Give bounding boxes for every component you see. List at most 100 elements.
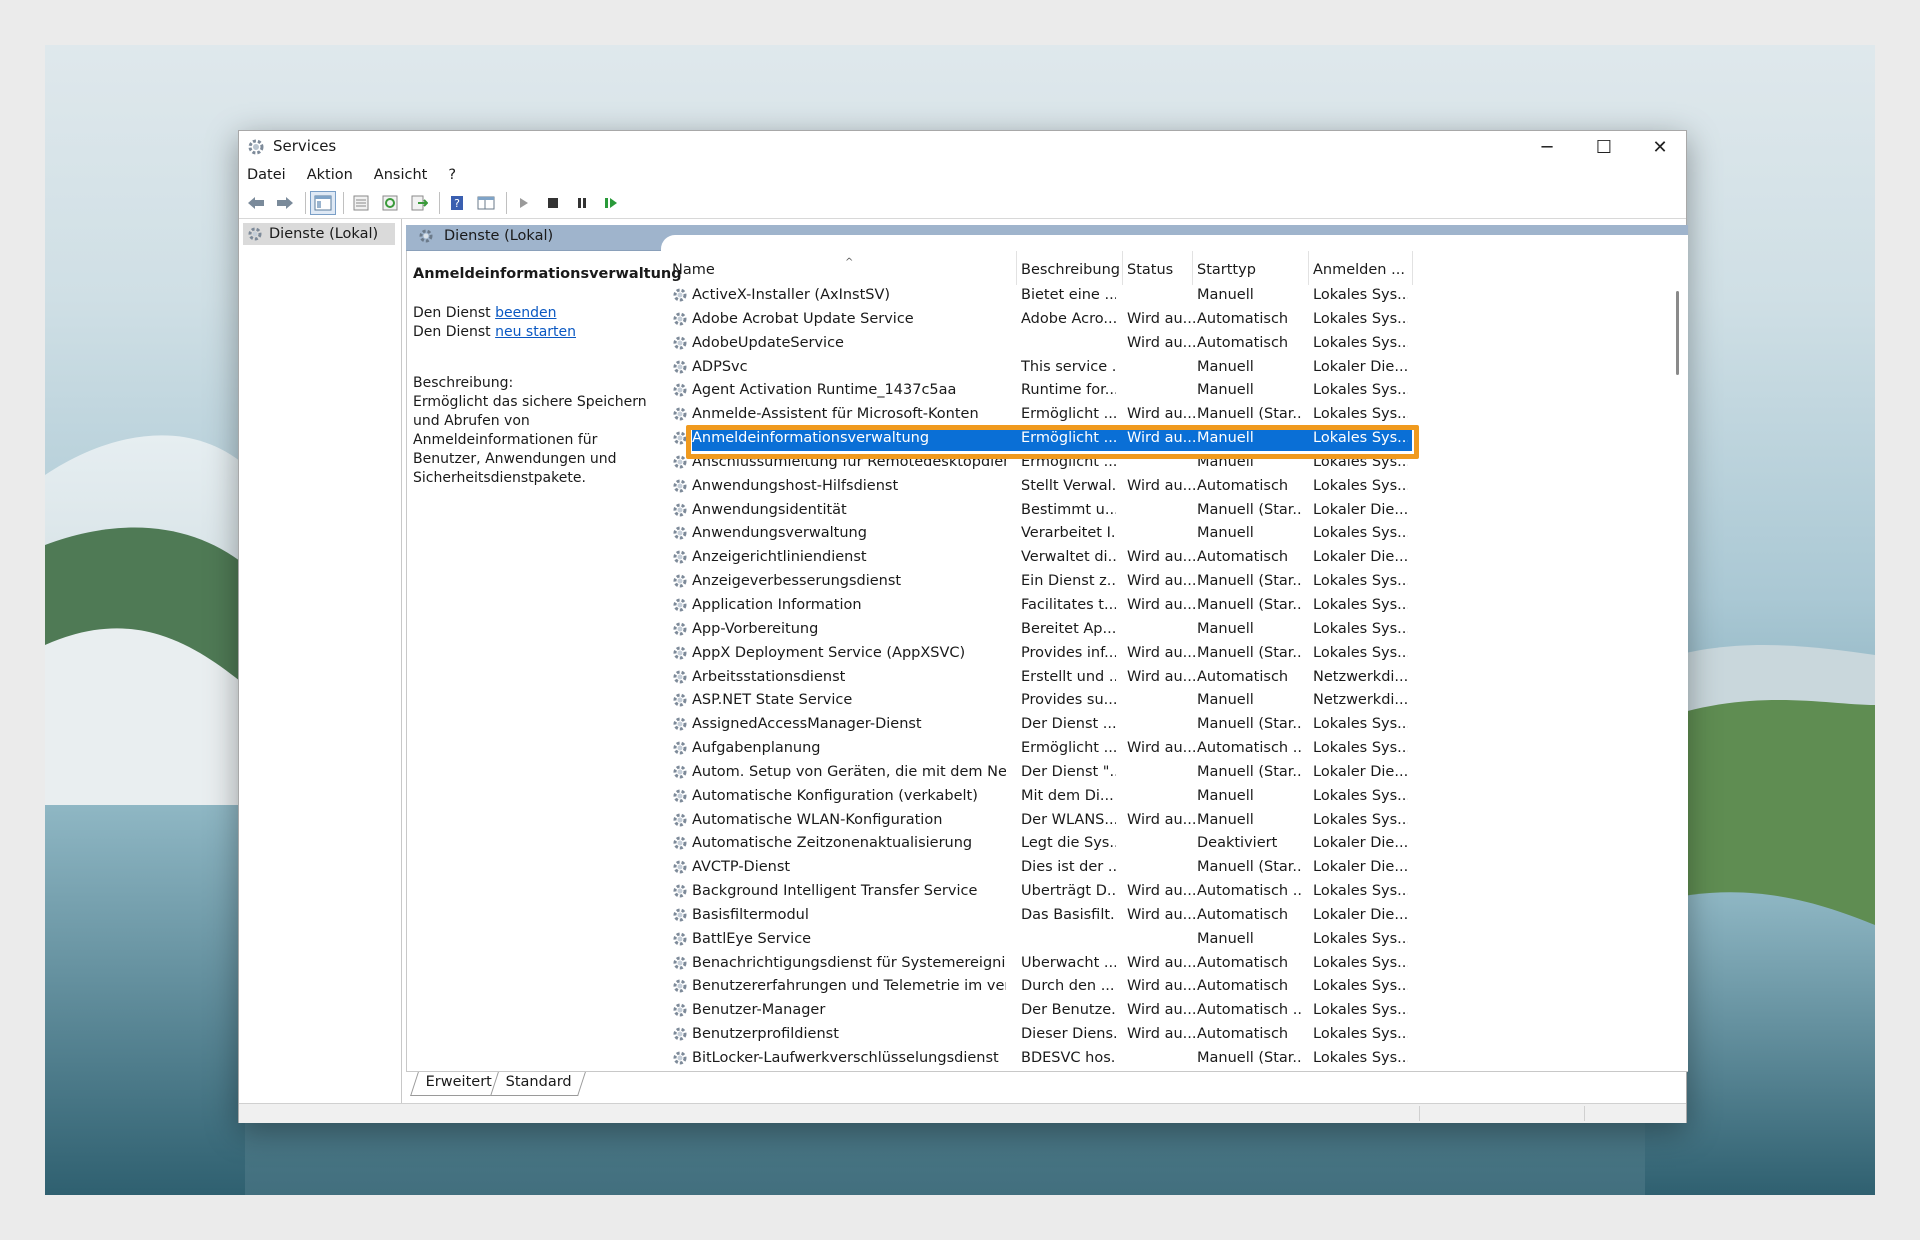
console-tree-button[interactable] xyxy=(310,190,336,215)
service-name: Automatische Konfiguration (verkabelt) xyxy=(692,787,978,804)
cell-description: Überträgt D... xyxy=(1021,883,1116,900)
column-header-status[interactable]: Status xyxy=(1123,251,1193,285)
cell-logon: Lokales Sys... xyxy=(1313,406,1408,423)
cell-name: Aufgabenplanung xyxy=(672,740,1006,756)
help-button[interactable]: ? xyxy=(444,191,470,215)
table-row[interactable]: Benutzer-Manager Der Benutze... Wird au...… xyxy=(668,1000,1668,1024)
table-row[interactable]: Anzeigeverbesserungsdienst Ein Dienst z..… xyxy=(668,571,1668,595)
pause-service-button[interactable] xyxy=(569,191,595,215)
minimize-icon: ─ xyxy=(1541,136,1553,158)
view-button[interactable] xyxy=(473,191,499,215)
table-row[interactable]: Anzeigerichtliniendienst Verwaltet di... W… xyxy=(668,547,1668,571)
export-button[interactable] xyxy=(406,191,432,215)
table-row[interactable]: ActiveX-Installer (AxInstSV) Bietet eine … xyxy=(668,285,1668,309)
table-row[interactable]: Adobe Acrobat Update Service Adobe Acro..… xyxy=(668,309,1668,333)
table-row[interactable]: Application Information Facilitates t... W… xyxy=(668,595,1668,619)
table-row[interactable]: AdobeUpdateService Wird au... Automatisch L… xyxy=(668,333,1668,357)
service-name: Anwendungshost-Hilfsdienst xyxy=(692,477,899,494)
service-name: AppX Deployment Service (AppXSVC) xyxy=(692,644,966,661)
window-title: Services xyxy=(273,137,337,155)
table-row[interactable]: Anwendungshost-Hilfsdienst Stellt Verwal.… xyxy=(668,476,1668,500)
table-row[interactable]: AssignedAccessManager-Dienst Der Dienst .… xyxy=(668,714,1668,738)
vertical-scrollbar[interactable] xyxy=(1668,251,1688,1071)
cell-logon: Lokales Sys... xyxy=(1313,287,1408,303)
table-row[interactable]: Agent Activation Runtime_1437c5aa Runtime… xyxy=(668,380,1668,404)
cell-description: Verarbeitet I... xyxy=(1021,525,1116,542)
cell-logon: Lokales Sys... xyxy=(1313,477,1408,494)
service-name: Anzeigeverbesserungsdienst xyxy=(692,573,902,590)
table-row[interactable]: Anwendungsidentität Bestimmt u... Manuell … xyxy=(668,500,1668,524)
back-button[interactable] xyxy=(243,191,269,215)
service-gear-icon xyxy=(673,836,687,850)
table-row[interactable]: Aufgabenplanung Ermöglicht ... Wird au... A… xyxy=(668,738,1668,762)
cell-startup-type: Automatisch xyxy=(1197,477,1289,494)
header-curve xyxy=(661,235,1688,252)
cell-status: Wird au... xyxy=(1127,906,1195,923)
minimize-button[interactable]: ─ xyxy=(1519,131,1575,163)
service-name: Basisfiltermodul xyxy=(692,906,809,923)
table-row[interactable]: Automatische Zeitzonenaktualisierung Legt… xyxy=(668,833,1668,857)
cell-name: Background Intelligent Transfer Service xyxy=(672,883,1006,899)
cell-name: Arbeitsstationsdienst xyxy=(672,669,1006,685)
table-row[interactable]: ASP.NET State Service Provides su... Manue… xyxy=(668,690,1668,714)
table-row[interactable]: Benachrichtigungsdienst für Systemereign… xyxy=(668,953,1668,977)
service-name: Anmelde-Assistent für Microsoft-Konten xyxy=(692,406,979,423)
table-row[interactable]: Basisfiltermodul Das Basisfilt... Wird au.… xyxy=(668,905,1668,929)
column-header-name[interactable]: Name ^ xyxy=(668,251,1017,285)
cell-status: Wird au... xyxy=(1127,668,1195,685)
cell-description: Dieser Diens... xyxy=(1021,1026,1116,1043)
properties-button[interactable] xyxy=(348,191,374,215)
scrollbar-thumb[interactable] xyxy=(1676,291,1679,375)
service-name: Benutzererfahrungen und Telemetrie im ve… xyxy=(692,978,1006,995)
forward-button[interactable] xyxy=(272,191,298,215)
stop-service-link[interactable]: beenden xyxy=(495,305,556,321)
tree-item-services-local[interactable]: Dienste (Lokal) xyxy=(243,223,395,245)
column-header-startup-type[interactable]: Starttyp xyxy=(1193,251,1309,285)
cell-startup-type: Manuell (Star... xyxy=(1197,596,1303,613)
table-row[interactable]: Autom. Setup von Geräten, die mit dem Ne… xyxy=(668,762,1668,786)
table-row[interactable]: Arbeitsstationsdienst Erstellt und ... Wir… xyxy=(668,667,1668,691)
restart-service-button[interactable] xyxy=(598,191,624,215)
table-row[interactable]: Background Intelligent Transfer Service Ü… xyxy=(668,881,1668,905)
cell-description: Verwaltet di... xyxy=(1021,549,1116,566)
table-row[interactable]: ADPSvc This service ... Manuell Lokaler Die… xyxy=(668,357,1668,381)
table-row[interactable]: BattlEye Service Manuell Lokales Sys... xyxy=(668,929,1668,953)
column-header-description[interactable]: Beschreibung xyxy=(1017,251,1123,285)
tab-standard[interactable]: Standard xyxy=(490,1072,586,1096)
service-gear-icon xyxy=(673,503,687,517)
table-row[interactable]: AppX Deployment Service (AppXSVC) Provide… xyxy=(668,643,1668,667)
restart-service-link[interactable]: neu starten xyxy=(495,324,576,340)
maximize-button[interactable]: ☐ xyxy=(1576,131,1632,163)
table-row[interactable]: Anwendungsverwaltung Verarbeitet I... Manu… xyxy=(668,523,1668,547)
table-row[interactable]: BitLocker-Laufwerkverschlüsselungsdienst… xyxy=(668,1048,1668,1071)
table-row[interactable]: Automatische Konfiguration (verkabelt) Mi… xyxy=(668,786,1668,810)
cell-description: Facilitates t... xyxy=(1021,596,1116,613)
table-row[interactable]: Benutzerprofildienst Dieser Diens... Wird … xyxy=(668,1024,1668,1048)
menu-ansicht[interactable]: Ansicht xyxy=(374,167,428,183)
table-row[interactable]: Automatische WLAN-Konfiguration Der WLANS… xyxy=(668,810,1668,834)
service-gear-icon xyxy=(673,383,687,397)
cell-logon: Lokales Sys... xyxy=(1313,883,1408,900)
start-service-button[interactable] xyxy=(511,191,537,215)
table-row[interactable]: App-Vorbereitung Bereitet Ap... Manuell Lok… xyxy=(668,619,1668,643)
export-icon xyxy=(411,195,428,210)
cell-logon: Lokales Sys... xyxy=(1313,787,1408,804)
menu-help[interactable]: ? xyxy=(448,167,456,183)
refresh-button[interactable] xyxy=(377,191,403,215)
cell-logon: Lokales Sys... xyxy=(1313,1002,1408,1019)
table-row[interactable]: Benutzererfahrungen und Telemetrie im ve… xyxy=(668,976,1668,1000)
table-row[interactable]: AVCTP-Dienst Dies ist der ... Manuell (Sta… xyxy=(668,857,1668,881)
tab-label: Erweitert xyxy=(425,1074,492,1090)
cell-logon: Lokales Sys... xyxy=(1313,954,1408,971)
cell-logon: Lokales Sys... xyxy=(1313,930,1408,947)
toolbar-separator xyxy=(439,191,440,214)
menu-datei[interactable]: Datei xyxy=(247,167,286,183)
service-gear-icon xyxy=(673,693,687,707)
cell-startup-type: Automatisch xyxy=(1197,310,1289,327)
menu-aktion[interactable]: Aktion xyxy=(307,167,353,183)
column-header-logon[interactable]: Anmelden ... xyxy=(1309,251,1413,285)
title-bar[interactable]: Services ─ ☐ ✕ xyxy=(239,131,1686,163)
stop-service-button[interactable] xyxy=(540,191,566,215)
service-name: AdobeUpdateService xyxy=(692,334,844,351)
close-button[interactable]: ✕ xyxy=(1632,131,1688,163)
